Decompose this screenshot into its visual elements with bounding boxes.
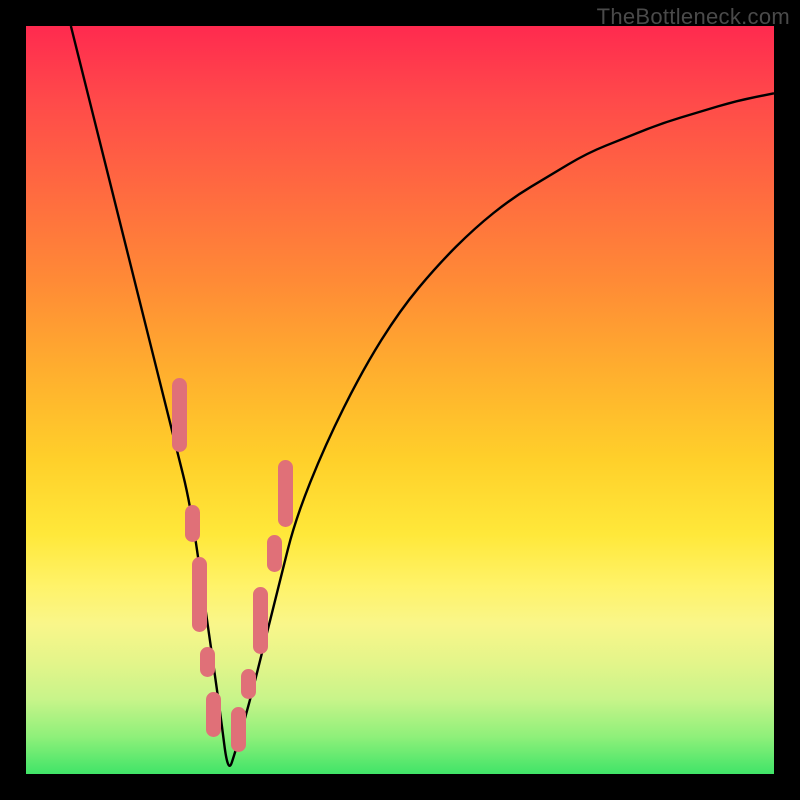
chart-frame: TheBottleneck.com: [0, 0, 800, 800]
watermark-text: TheBottleneck.com: [597, 4, 790, 30]
plot-area: [26, 26, 774, 774]
marker-layer: [26, 26, 774, 774]
cluster-marker: [172, 378, 187, 453]
cluster-marker: [231, 707, 246, 752]
cluster-marker: [200, 647, 215, 677]
cluster-marker: [253, 587, 268, 654]
cluster-marker: [241, 669, 256, 699]
cluster-marker: [267, 535, 282, 572]
cluster-marker: [185, 505, 200, 542]
cluster-marker: [192, 557, 207, 632]
cluster-marker: [278, 460, 293, 527]
cluster-marker: [206, 692, 221, 737]
